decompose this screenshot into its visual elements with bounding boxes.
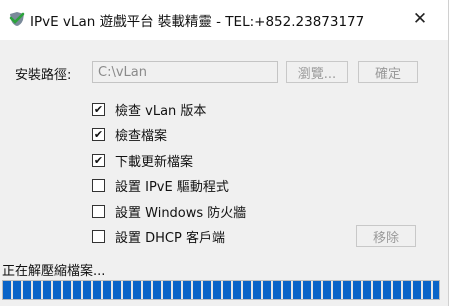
option-check-vlan-version[interactable]: ✔ 檢查 vLan 版本 <box>92 100 207 119</box>
progress-bar <box>2 280 440 300</box>
option-setup-windows-firewall[interactable]: 設置 Windows 防火牆 <box>92 202 247 221</box>
option-label: 設置 DHCP 客戶端 <box>115 230 225 246</box>
title-bar: IPvE vLan 遊戲平台 裝載精靈 - TEL:+852.23873177 … <box>0 0 448 40</box>
close-icon[interactable]: ✕ <box>404 6 436 32</box>
browse-button[interactable]: 瀏覽... <box>286 61 348 83</box>
checkbox[interactable]: ✔ <box>92 153 105 167</box>
option-label: 設置 Windows 防火牆 <box>115 205 247 221</box>
checkbox[interactable] <box>92 178 105 192</box>
remove-button[interactable]: 移除 <box>356 225 416 247</box>
shield-check-icon <box>8 11 26 27</box>
option-setup-dhcp-client[interactable]: 設置 DHCP 客戶端 <box>92 227 225 246</box>
option-download-updates[interactable]: ✔ 下載更新檔案 <box>92 151 194 170</box>
installer-window: IPvE vLan 遊戲平台 裝載精靈 - TEL:+852.23873177 … <box>0 0 449 306</box>
checkbox[interactable] <box>92 204 105 218</box>
checkbox[interactable] <box>92 229 105 243</box>
status-text: 正在解壓縮檔案... <box>2 264 106 279</box>
install-path-label: 安裝路徑: <box>15 68 72 83</box>
window-title: IPvE vLan 遊戲平台 裝載精靈 - TEL:+852.23873177 <box>30 14 365 30</box>
confirm-button[interactable]: 確定 <box>358 61 418 83</box>
checkbox[interactable]: ✔ <box>92 127 105 141</box>
option-check-files[interactable]: ✔ 檢查檔案 <box>92 125 168 144</box>
option-label: 下載更新檔案 <box>115 154 194 170</box>
checkbox[interactable]: ✔ <box>92 102 105 116</box>
option-label: 檢查檔案 <box>115 128 168 144</box>
install-path-input[interactable] <box>92 61 278 83</box>
option-label: 設置 IPvE 驅動程式 <box>115 179 229 195</box>
option-setup-ipve-driver[interactable]: 設置 IPvE 驅動程式 <box>92 176 229 195</box>
progress-fill <box>3 281 439 299</box>
option-label: 檢查 vLan 版本 <box>115 103 207 119</box>
